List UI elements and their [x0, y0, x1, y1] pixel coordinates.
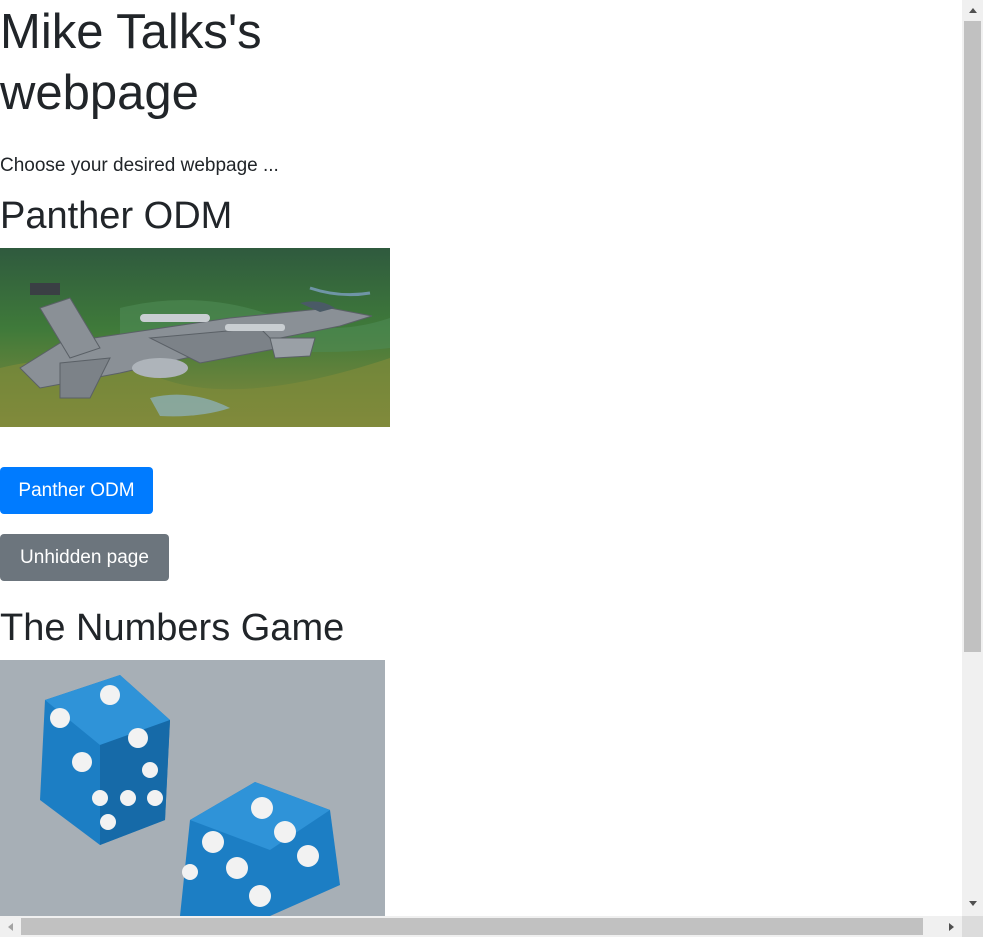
page-viewport: Mike Talks's webpage Choose your desired… [0, 0, 962, 916]
panther-odm-button[interactable]: Panther ODM [0, 467, 153, 514]
chevron-right-icon[interactable] [943, 918, 960, 935]
scrollbar-corner [962, 916, 983, 937]
vertical-scrollbar-thumb[interactable] [964, 21, 981, 652]
chevron-up-icon[interactable] [964, 2, 981, 19]
chevron-left-icon[interactable] [2, 918, 19, 935]
jet-fighter-image [0, 248, 390, 427]
unhidden-page-button[interactable]: Unhidden page [0, 534, 169, 581]
panther-odm-heading: Panther ODM [0, 195, 233, 237]
vertical-scrollbar[interactable] [962, 0, 983, 916]
chevron-down-icon[interactable] [964, 895, 981, 912]
numbers-game-heading: The Numbers Game [0, 607, 345, 649]
horizontal-scrollbar[interactable] [0, 916, 962, 937]
page-title: Mike Talks's webpage [0, 5, 262, 120]
intro-text: Choose your desired webpage ... [0, 155, 279, 176]
blue-dice-image [0, 660, 385, 916]
horizontal-scrollbar-thumb[interactable] [21, 918, 923, 935]
